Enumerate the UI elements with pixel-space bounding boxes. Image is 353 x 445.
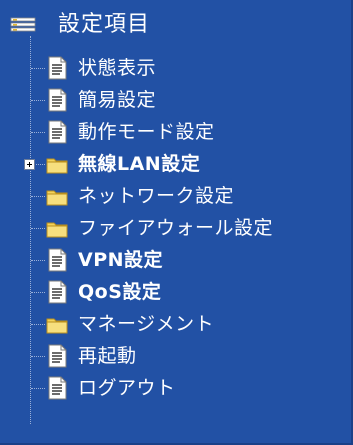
tree-item-firewall[interactable]: ファイアウォール設定 bbox=[0, 212, 351, 244]
tree-item-management[interactable]: マネージメント bbox=[0, 308, 351, 340]
tree-item-label: 動作モード設定 bbox=[78, 121, 215, 143]
tree-item-vpn[interactable]: VPN設定 bbox=[0, 244, 351, 276]
settings-tree-panel: 設定項目 状態表示 簡易設定 動作モード設定 無線LAN設定 ネットワーク設定 … bbox=[0, 0, 353, 445]
settings-tree-icon bbox=[10, 14, 36, 36]
tree-item-operation-mode[interactable]: 動作モード設定 bbox=[0, 116, 351, 148]
tree-item-easy-setup[interactable]: 簡易設定 bbox=[0, 84, 351, 116]
tree-item-label: 状態表示 bbox=[78, 57, 157, 79]
tree-item-label: ネットワーク設定 bbox=[78, 185, 235, 207]
page-icon bbox=[46, 248, 68, 272]
tree-item-logout[interactable]: ログアウト bbox=[0, 372, 351, 404]
tree-item-label: VPN設定 bbox=[78, 249, 164, 271]
tree-item-status[interactable]: 状態表示 bbox=[0, 52, 351, 84]
tree-root-label: 設定項目 bbox=[58, 12, 151, 37]
folder-icon bbox=[46, 184, 68, 208]
tree-item-label: ファイアウォール設定 bbox=[78, 217, 274, 239]
page-icon bbox=[46, 88, 68, 112]
page-icon bbox=[46, 56, 68, 80]
expand-plus-icon[interactable] bbox=[24, 159, 35, 170]
page-icon bbox=[46, 344, 68, 368]
page-icon bbox=[46, 376, 68, 400]
page-icon bbox=[46, 280, 68, 304]
page-icon bbox=[46, 120, 68, 144]
tree-item-label: QoS設定 bbox=[78, 281, 162, 303]
tree-item-network[interactable]: ネットワーク設定 bbox=[0, 180, 351, 212]
tree-item-wireless-lan[interactable]: 無線LAN設定 bbox=[0, 148, 351, 180]
tree-item-label: ログアウト bbox=[78, 377, 176, 399]
tree-item-label: 簡易設定 bbox=[78, 89, 157, 111]
tree-item-label: 再起動 bbox=[78, 345, 137, 367]
tree-item-qos[interactable]: QoS設定 bbox=[0, 276, 351, 308]
folder-icon bbox=[46, 152, 68, 176]
tree-item-label: マネージメント bbox=[78, 313, 215, 335]
folder-icon bbox=[46, 312, 68, 336]
folder-icon bbox=[46, 216, 68, 240]
tree-item-label: 無線LAN設定 bbox=[78, 153, 201, 175]
tree-item-reboot[interactable]: 再起動 bbox=[0, 340, 351, 372]
